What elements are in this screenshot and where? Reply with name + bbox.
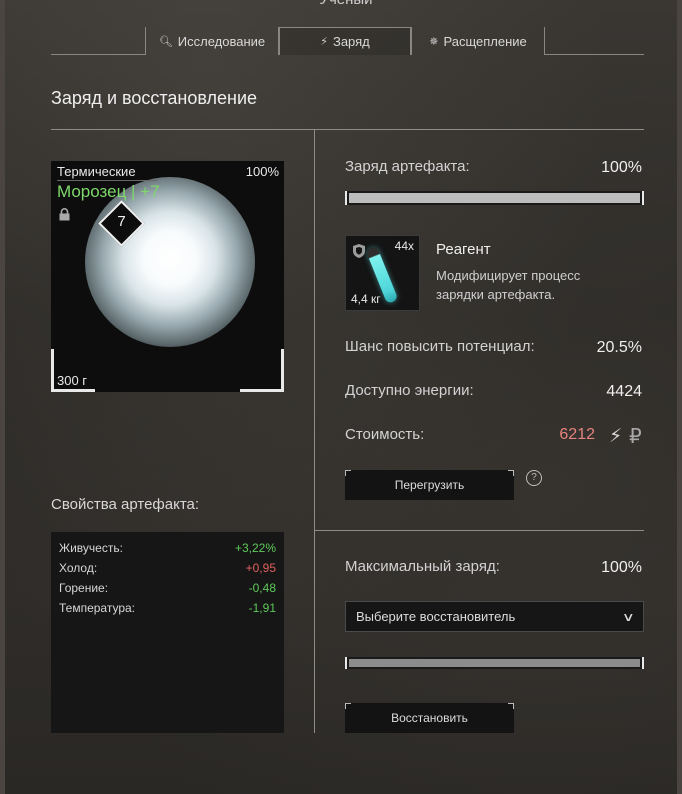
magnifier-icon: 🔍︎ [158,35,173,48]
artifact-level: 7 [117,213,126,230]
tab-charge-label: Заряд [332,34,370,49]
tab-split-label: Расщепление [443,33,527,49]
property-value: +0,95 [245,561,276,575]
reagent-name: Реагент [436,241,491,258]
tab-research-label: Исследование [177,33,266,49]
reagent-weight: 4,4 кг [351,292,381,306]
artifact-card[interactable]: Термические 100% Морозец | +7 300 г [51,161,284,392]
divider-vertical-bottom [314,530,315,733]
artifact-percent: 100% [245,164,279,179]
window-frame: Учёный 🔍︎ Исследование ⚡︎ Заряд ✵ Расщеп… [0,0,682,794]
tab-charge[interactable]: ⚡︎ Заряд [279,27,411,55]
tabs-divider-left [51,54,145,55]
lock-icon [59,208,70,221]
property-name: Температура: [59,601,136,615]
artifact-category-underline [57,180,157,181]
restore-bar-fill [349,659,640,667]
max-charge-label: Максимальный заряд: [345,558,500,575]
divider-middle [314,530,644,531]
reagent-description: Модифицирует процесс зарядки артефакта. [436,268,581,302]
ruble-icon: ₽ [629,426,642,448]
charge-bar-fill [349,193,640,203]
artifact-image [85,177,255,347]
chance-value: 20.5% [596,339,642,356]
reagent-count: 44x [394,239,414,253]
section-title: Заряд и восстановление [51,88,258,108]
property-name: Холод: [59,561,98,575]
charge-bar [345,191,644,205]
bug-icon: ✵ [429,35,439,48]
property-name: Живучесть: [59,541,123,555]
charge-label: Заряд артефакта: [345,158,470,175]
divider-vertical-top [314,129,315,530]
restore-button[interactable]: Восстановить [345,703,514,733]
lightning-icon: ⚡︎ [320,36,328,48]
reagent-slot[interactable]: 44x 4,4 кг [345,235,420,311]
charge-value: 100% [601,159,642,176]
energy-label: Доступно энергии: [345,382,474,399]
artifact-category: Термические [57,164,136,179]
restorer-select-text: Выберите восстановитель [356,609,516,624]
overcharge-button[interactable]: Перегрузить [345,470,514,500]
help-icon[interactable]: ? [526,470,542,486]
property-value: -0,48 [248,581,276,595]
card-corner-right [240,349,284,392]
property-name: Горение: [59,581,109,595]
property-row: Температура: -1,91 [59,598,276,618]
chance-label: Шанс повысить потенциал: [345,338,535,355]
property-value: +3,22% [234,541,276,555]
property-row: Холод: +0,95 [59,558,276,578]
cost-value: 6212 [559,426,595,443]
energy-value: 4424 [606,383,642,400]
property-value: -1,91 [248,601,276,615]
property-row: Горение: -0,48 [59,578,276,598]
energy-bolt-icon: ⚡︎ [609,426,623,447]
tab-research[interactable]: 🔍︎ Исследование [145,27,279,55]
artifact-weight: 300 г [57,373,88,388]
restore-bar [345,657,644,669]
cost-label: Стоимость: [345,426,425,443]
tabs-divider-right [545,54,644,55]
artifact-name: Морозец | +7 [57,182,160,201]
divider-top [51,129,644,130]
window-title: Учёный [5,0,682,8]
shield-icon [353,244,365,258]
restorer-select[interactable]: Выберите восстановитель ∨ [345,601,644,632]
chevron-down-icon: ∨ [622,609,636,624]
max-charge-value: 100% [601,559,642,576]
property-row: Живучесть: +3,22% [59,538,276,558]
properties-panel: Живучесть: +3,22% Холод: +0,95 Горение: … [51,532,284,733]
properties-title: Свойства артефакта: [51,496,200,513]
tab-split[interactable]: ✵ Расщепление [411,27,545,55]
